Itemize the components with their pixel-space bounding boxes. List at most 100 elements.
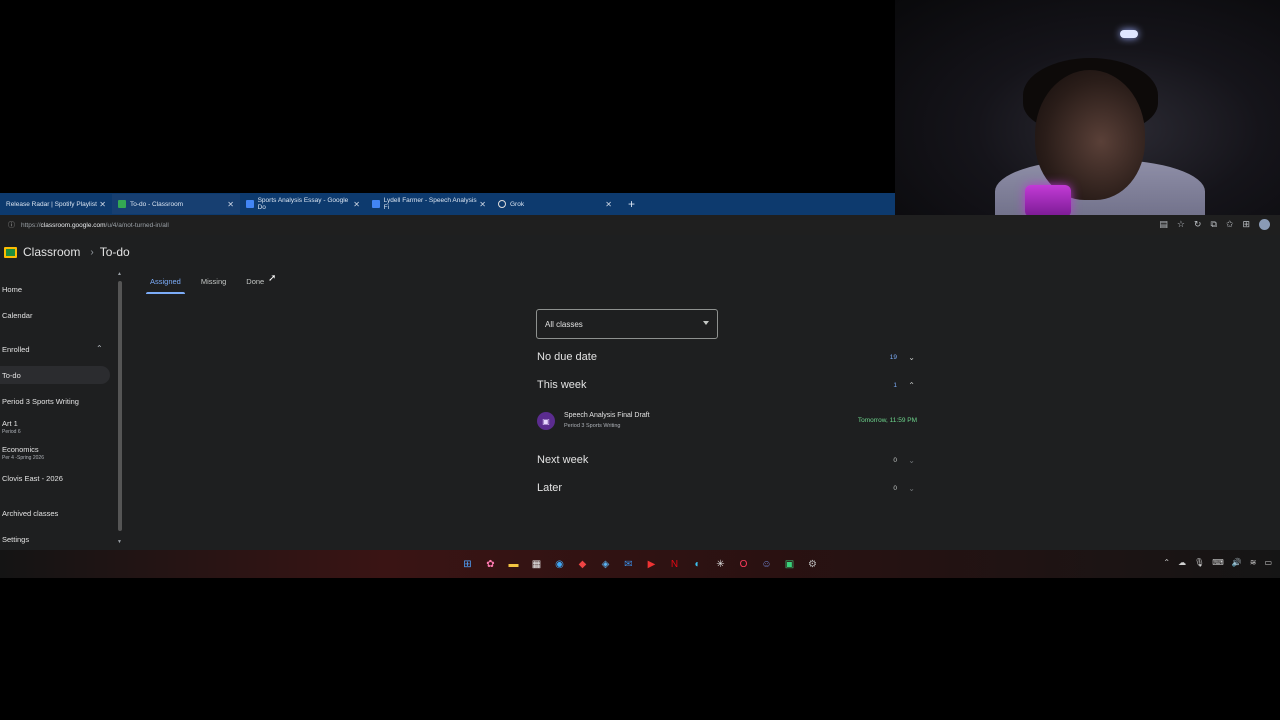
classroom-logo-icon[interactable] bbox=[4, 246, 17, 258]
windows-taskbar: ⊞ ✿ ▬ ▦ ◉ ◆ ◈ ✉ ▶ N ◐ ✳ O ☺ ▣ ⚙ ⌃ ☁ 🎙 ⌨ … bbox=[0, 550, 1280, 578]
chevron-down-icon[interactable]: ⌄ bbox=[908, 456, 915, 465]
tab-title: To-do - Classroom bbox=[130, 200, 184, 208]
volume-icon[interactable]: 🔊 bbox=[1232, 558, 1242, 567]
wifi-icon[interactable]: ≋ bbox=[1250, 558, 1257, 567]
chevron-down-icon[interactable]: ⌄ bbox=[908, 353, 915, 362]
onedrive-icon[interactable]: ☁ bbox=[1178, 558, 1186, 567]
browser-tab[interactable]: Lydell Farmer - Speech Analysis Fi ✕ bbox=[366, 194, 492, 214]
netflix-icon[interactable]: N bbox=[668, 557, 682, 571]
group-count: 19 bbox=[889, 353, 897, 361]
discord-icon[interactable]: ☺ bbox=[760, 557, 774, 571]
app-icon[interactable]: ◈ bbox=[599, 557, 613, 571]
group-title: Later bbox=[537, 482, 563, 494]
xbox-icon[interactable]: ▣ bbox=[783, 557, 797, 571]
mcafee-icon[interactable]: ◆ bbox=[576, 557, 590, 571]
sidebar-item-settings[interactable]: Settings bbox=[0, 535, 110, 544]
browser-tab[interactable]: Release Radar | Spotify Playlist ✕ bbox=[0, 194, 112, 214]
close-icon[interactable]: ✕ bbox=[99, 200, 106, 209]
site-info-icon[interactable]: ⓘ bbox=[8, 220, 15, 230]
extensions-icon[interactable]: ⧉ bbox=[1210, 219, 1216, 230]
close-icon[interactable]: ✕ bbox=[605, 200, 612, 209]
person-face bbox=[1035, 70, 1145, 200]
chevron-up-icon[interactable]: ⌃ bbox=[908, 381, 915, 390]
assignment-title[interactable]: Speech Analysis Final Draft bbox=[564, 412, 650, 419]
close-icon[interactable]: ✕ bbox=[479, 200, 486, 209]
collections-icon[interactable]: ⊞ bbox=[1242, 219, 1250, 230]
address-bar[interactable]: ⓘ https://classroom.google.com/u/4/a/not… bbox=[0, 215, 1280, 235]
windows-start-icon[interactable]: ⊞ bbox=[461, 557, 475, 571]
classroom-page: Classroom › To-do Home Calendar Enrolled… bbox=[0, 235, 1280, 550]
sidebar-item-archived[interactable]: Archived classes bbox=[0, 509, 110, 518]
class-filter-select[interactable]: All classes bbox=[536, 309, 718, 339]
docs-favicon bbox=[372, 200, 380, 208]
class-filter-value: All classes bbox=[545, 319, 583, 329]
assignment-due: Tomorrow, 11:59 PM bbox=[857, 417, 917, 424]
tab-title: Grok bbox=[510, 200, 525, 208]
scroll-down-icon[interactable]: ▼ bbox=[117, 539, 122, 545]
close-icon[interactable]: ✕ bbox=[353, 200, 360, 209]
sidebar-item-class[interactable]: Period 3 Sports Writing bbox=[0, 397, 110, 406]
bookmark-star-icon[interactable]: ☆ bbox=[1177, 219, 1185, 230]
group-title: No due date bbox=[537, 351, 597, 363]
sidebar-item-class[interactable]: Art 1 Period 6 bbox=[0, 419, 110, 435]
url-text[interactable]: https://classroom.google.com/u/4/a/not-t… bbox=[21, 222, 169, 229]
ceiling-light bbox=[1120, 30, 1138, 38]
mouse-cursor-icon: ➚ bbox=[268, 273, 277, 284]
chevron-up-icon[interactable]: ⌃ bbox=[1163, 558, 1170, 567]
sidebar-item-label: To-do bbox=[2, 370, 21, 380]
tab-assigned[interactable]: Assigned bbox=[140, 273, 191, 294]
store-icon[interactable]: ▦ bbox=[530, 557, 544, 571]
sidebar-item-class[interactable]: Economics Per 4 -Spring 2026 bbox=[0, 445, 110, 461]
chevron-down-icon[interactable]: ⌄ bbox=[908, 484, 915, 493]
group-later[interactable]: Later 0 ⌄ bbox=[537, 482, 919, 494]
browser-tab[interactable]: Grok ✕ bbox=[492, 194, 618, 214]
copilot-icon[interactable]: ✿ bbox=[484, 557, 498, 571]
close-icon[interactable]: ✕ bbox=[227, 200, 234, 209]
group-no-due-date[interactable]: No due date 19 ⌄ bbox=[537, 351, 919, 363]
classroom-brand[interactable]: Classroom bbox=[23, 245, 80, 259]
taskbar-apps: ⊞ ✿ ▬ ▦ ◉ ◆ ◈ ✉ ▶ N ◐ ✳ O ☺ ▣ ⚙ bbox=[461, 557, 820, 571]
battery-icon[interactable]: ▭ bbox=[1264, 558, 1272, 567]
class-name: Art 1 bbox=[2, 419, 18, 428]
refresh-icon[interactable]: ↻ bbox=[1194, 219, 1202, 230]
browser-tab-active[interactable]: To-do - Classroom ✕ bbox=[112, 194, 240, 214]
assignment-item[interactable]: ▣ Speech Analysis Final Draft Period 3 S… bbox=[537, 409, 919, 435]
class-name: Economics bbox=[2, 445, 39, 454]
chrome-icon[interactable]: ◉ bbox=[553, 557, 567, 571]
reader-icon[interactable]: ▤ bbox=[1159, 219, 1168, 230]
new-tab-icon[interactable]: + bbox=[628, 197, 635, 211]
group-next-week[interactable]: Next week 0 ⌄ bbox=[537, 454, 919, 466]
group-count: 0 bbox=[893, 484, 897, 492]
tab-missing[interactable]: Missing bbox=[191, 273, 236, 294]
browser-tab[interactable]: Sports Analysis Essay - Google Do ✕ bbox=[240, 194, 366, 214]
scroll-up-icon[interactable]: ▲ bbox=[117, 271, 122, 277]
grok-favicon bbox=[498, 200, 506, 208]
chevron-up-icon[interactable]: ⌃ bbox=[96, 344, 103, 353]
file-explorer-icon[interactable]: ▬ bbox=[507, 557, 521, 571]
group-title: Next week bbox=[537, 454, 589, 466]
sidebar-item-home[interactable]: Home bbox=[0, 285, 110, 294]
keyboard-icon[interactable]: ⌨ bbox=[1212, 558, 1224, 567]
profile-avatar[interactable] bbox=[1259, 219, 1270, 230]
browser-tab-strip: Release Radar | Spotify Playlist ✕ To-do… bbox=[0, 193, 895, 215]
scrollbar-thumb[interactable] bbox=[118, 281, 122, 531]
sidebar-section-enrolled[interactable]: Enrolled bbox=[0, 345, 110, 354]
microphone-icon[interactable]: 🎙 bbox=[1194, 558, 1204, 567]
chevron-right-icon: › bbox=[90, 246, 94, 258]
group-this-week[interactable]: This week 1 ⌃ bbox=[537, 379, 919, 391]
settings-gear-icon[interactable]: ⚙ bbox=[806, 557, 820, 571]
opera-icon[interactable]: O bbox=[737, 557, 751, 571]
class-section: Period 6 bbox=[2, 429, 21, 435]
sidebar-scrollbar[interactable]: ▲ ▼ bbox=[117, 271, 123, 545]
chatgpt-icon[interactable]: ✳ bbox=[714, 557, 728, 571]
sidebar-item-calendar[interactable]: Calendar bbox=[0, 311, 110, 320]
todo-tabs: Assigned Missing Done bbox=[140, 273, 274, 294]
outlook-icon[interactable]: ✉ bbox=[622, 557, 636, 571]
edge-icon[interactable]: ◐ bbox=[691, 557, 705, 571]
favorites-icon[interactable]: ✩ bbox=[1226, 219, 1234, 230]
tab-title: Lydell Farmer - Speech Analysis Fi bbox=[383, 197, 477, 211]
youtube-icon[interactable]: ▶ bbox=[645, 557, 659, 571]
sidebar-item-todo[interactable]: To-do bbox=[0, 366, 110, 384]
sidebar-item-class[interactable]: Clovis East - 2026 bbox=[0, 474, 110, 483]
tab-title: Release Radar | Spotify Playlist bbox=[6, 200, 97, 208]
